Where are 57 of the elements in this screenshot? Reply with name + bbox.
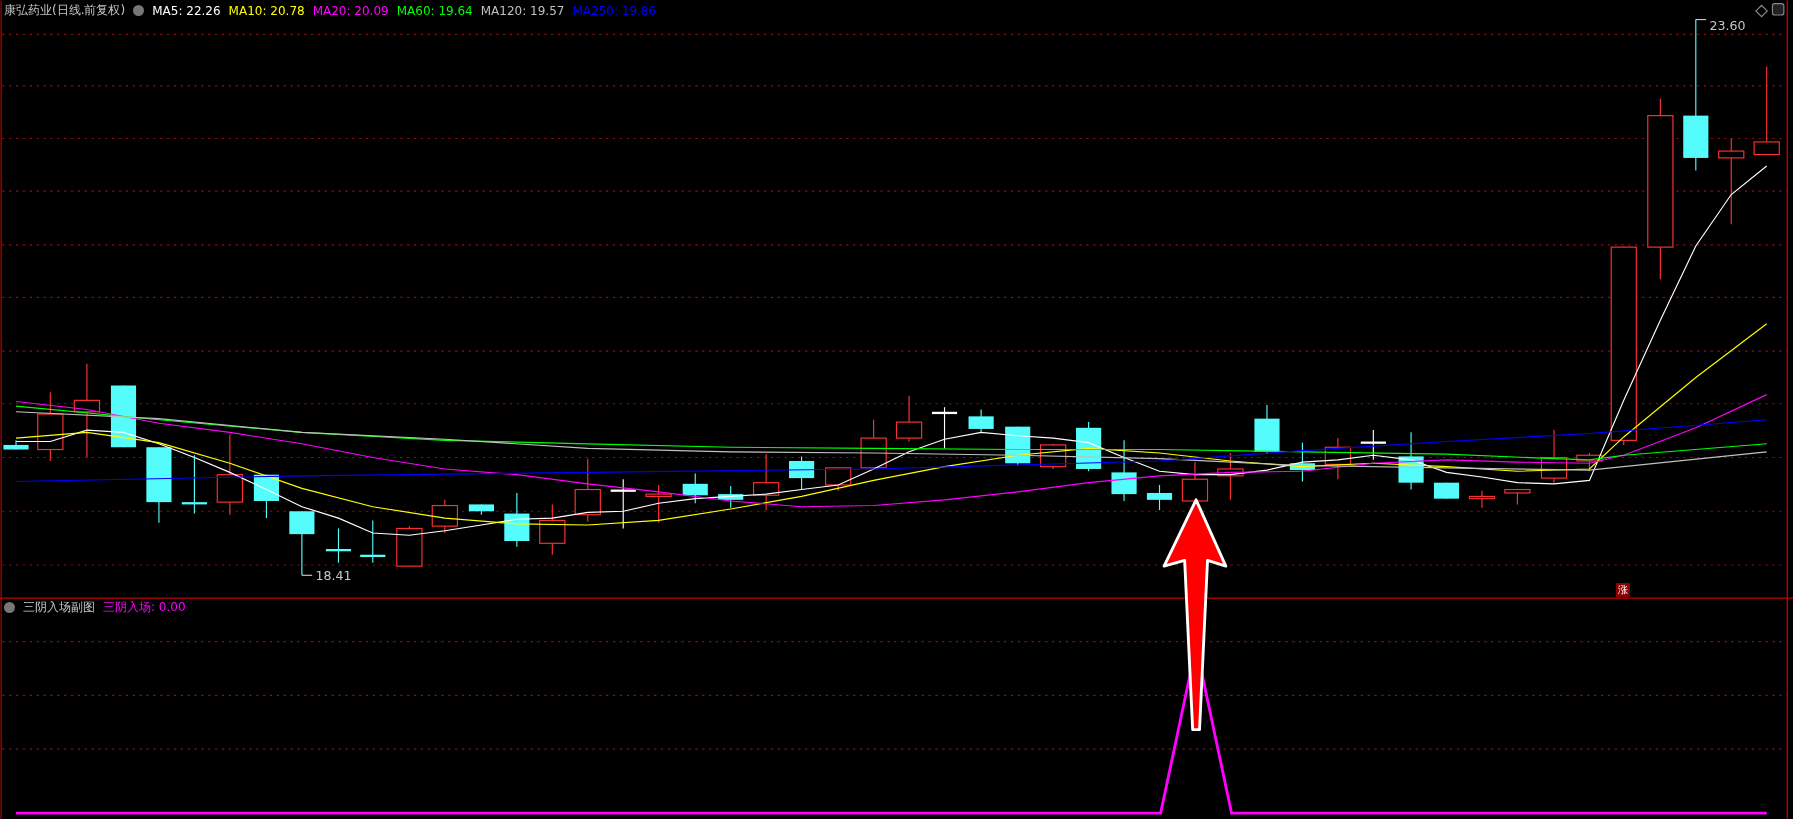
candlestick: [396, 525, 423, 567]
candlestick: [1217, 452, 1244, 501]
candlestick: [860, 419, 887, 469]
candlestick: [1254, 404, 1280, 455]
candlestick: [753, 453, 780, 511]
leader-line: [301, 574, 313, 576]
candlestick: [1289, 442, 1315, 483]
candlestick: [1146, 484, 1173, 511]
candlestick: [789, 455, 815, 491]
candlestick: [1324, 437, 1352, 480]
candlestick: [504, 492, 530, 548]
candlestick: [825, 467, 852, 492]
candlestick: [895, 395, 923, 443]
candlestick: [360, 519, 386, 564]
candlestick: [1398, 431, 1424, 491]
candlestick: [181, 454, 207, 515]
dropdown-icon[interactable]: [133, 5, 145, 16]
candlestick: [468, 503, 494, 516]
rise-badge: 涨: [1616, 583, 1630, 597]
candlestick: [539, 503, 566, 556]
candlestick: [610, 478, 636, 529]
candlestick: [110, 384, 137, 448]
candlestick: [431, 499, 458, 534]
indicator-value: 三阴入场: 0.00: [103, 599, 186, 616]
candlestick: [968, 408, 994, 433]
leader-line: [1695, 19, 1707, 21]
candlestick: [1433, 482, 1460, 500]
moving-average-value: MA10: 20.78: [228, 3, 305, 18]
diamond-icon: [1755, 4, 1768, 18]
candlestick: [1540, 429, 1568, 484]
moving-average-value: MA250: 19.86: [572, 3, 657, 18]
candlestick: [325, 527, 352, 564]
candlestick: [1005, 426, 1031, 467]
candlestick: [682, 472, 708, 504]
panel-toggle-icon[interactable]: [1771, 3, 1785, 16]
candlestick: [1360, 429, 1386, 461]
moving-average-value: MA5: 22.26: [152, 3, 221, 18]
dropdown-icon[interactable]: [4, 602, 15, 613]
indicator-title: 三阴入场副图: [23, 599, 95, 616]
candlestick: [1468, 490, 1496, 509]
moving-average-value: MA60: 19.64: [396, 3, 473, 18]
candlestick: [253, 474, 279, 519]
candlestick: [1111, 439, 1137, 502]
candlestick: [1181, 461, 1209, 502]
low-price-label: 18.41: [315, 567, 352, 583]
high-price-label: 23.60: [1709, 17, 1746, 33]
candlestick: [1504, 488, 1531, 505]
moving-average-value: MA20: 20.09: [312, 3, 389, 18]
candlestick: [645, 484, 672, 524]
candlestick: [289, 510, 315, 576]
candlestick: [931, 406, 958, 449]
candlestick: [3, 439, 29, 451]
candlestick: [718, 485, 744, 509]
candlestick: [37, 391, 64, 462]
chart-title: 康弘药业(日线.前复权): [4, 2, 126, 19]
candlestick: [574, 458, 601, 523]
moving-average-value: MA120: 19.57: [480, 3, 565, 18]
